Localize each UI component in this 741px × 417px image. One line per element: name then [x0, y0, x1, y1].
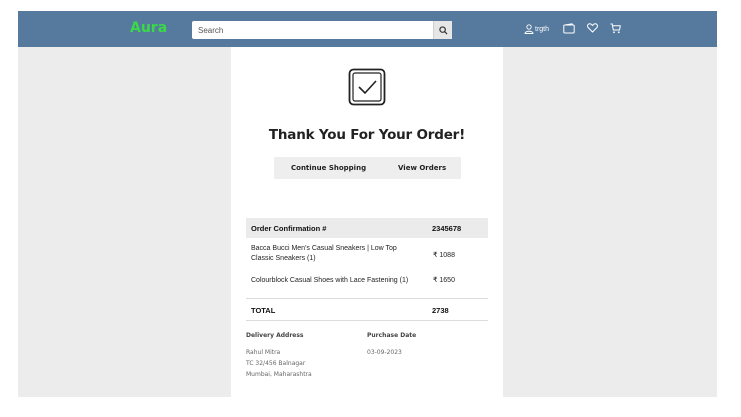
item-name: Colourblock Casual Shoes with Lace Faste…	[251, 277, 409, 284]
order-number: 2345678	[432, 224, 462, 233]
address-line: TC 32/456 Balnagar	[246, 360, 306, 367]
order-confirmation-panel: Thank You For Your Order! Continue Shopp…	[231, 47, 503, 397]
purchase-date-heading: Purchase Date	[367, 332, 417, 339]
order-number-label: Order Confirmation #	[251, 224, 327, 233]
total-value: 2738	[432, 306, 449, 315]
wallet-icon	[563, 23, 575, 34]
purchase-date: 03-09-2023	[367, 349, 402, 356]
cart-icon	[610, 23, 621, 34]
continue-shopping-button[interactable]: Continue Shopping	[291, 164, 366, 172]
total-label: TOTAL	[251, 306, 276, 315]
user-icon	[524, 24, 534, 34]
address-line: Rahul Mitra	[246, 349, 281, 356]
brand-logo[interactable]: Aura	[130, 20, 167, 36]
delivery-address: Rahul Mitra TC 32/456 Balnagar Mumbai, M…	[246, 347, 312, 380]
item-price: ₹ 1088	[433, 252, 455, 259]
search-bar	[192, 21, 452, 39]
divider	[246, 320, 488, 321]
search-input[interactable]	[192, 21, 432, 39]
page-title: Thank You For Your Order!	[268, 127, 466, 143]
item-name: Bacca Bucci Men's Casual Sneakers | Low …	[251, 245, 397, 262]
navbar: Aura trgth	[18, 11, 717, 47]
action-buttons: Continue Shopping View Orders	[274, 157, 461, 179]
address-line: Mumbai, Maharashtra	[246, 371, 312, 378]
order-summary-table: Order Confirmation # 2345678 Bacca Bucci…	[246, 218, 488, 321]
search-button[interactable]	[433, 21, 452, 39]
view-orders-button[interactable]: View Orders	[398, 164, 446, 172]
app-frame: Aura trgth	[18, 11, 717, 397]
item-price: ₹ 1650	[433, 277, 455, 284]
wishlist-button[interactable]	[587, 23, 598, 33]
delivery-address-heading: Delivery Address	[246, 332, 304, 339]
wallet-button[interactable]	[563, 23, 575, 34]
order-header-row: Order Confirmation # 2345678	[246, 218, 488, 238]
checkbox-check-icon	[348, 68, 386, 106]
account-link[interactable]: trgth	[524, 24, 549, 34]
user-name: trgth	[535, 25, 550, 33]
cart-button[interactable]	[610, 23, 621, 34]
divider	[246, 298, 488, 299]
search-icon	[438, 25, 448, 35]
heart-icon	[587, 23, 598, 33]
